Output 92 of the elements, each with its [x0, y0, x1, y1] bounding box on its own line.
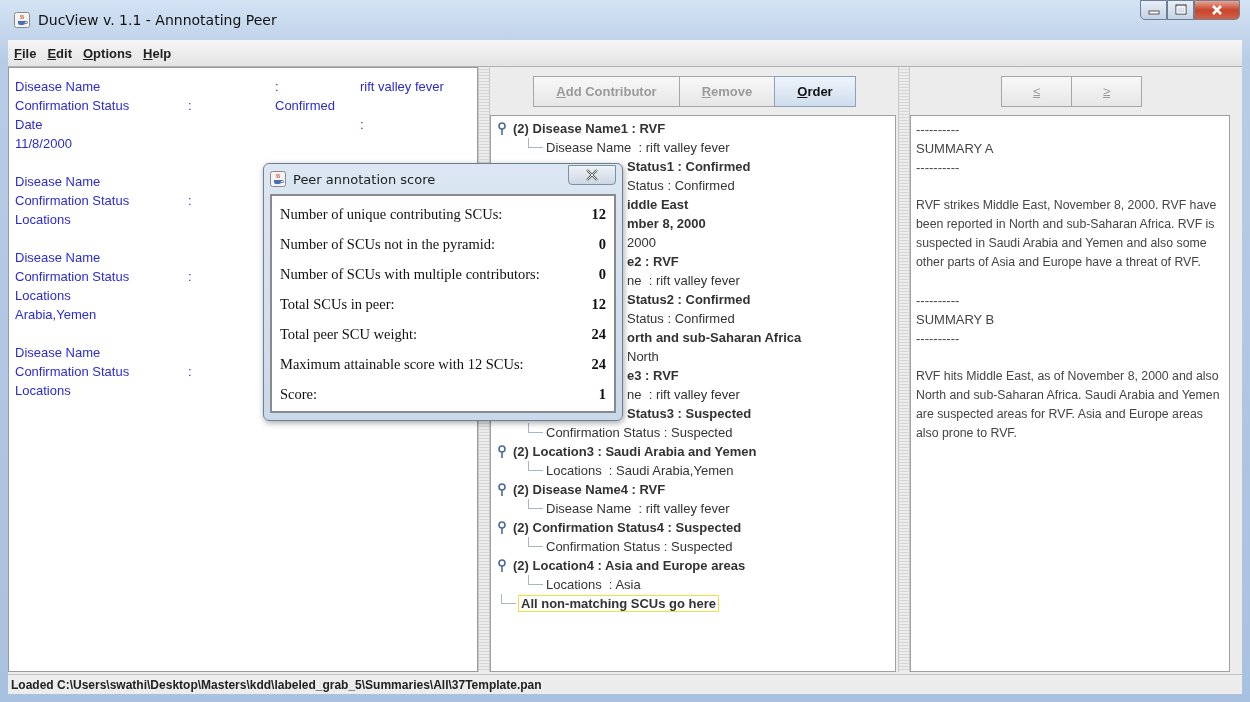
- field-text: Confirmed: [275, 97, 335, 113]
- score-label: Number of SCUs not in the pyramid:: [280, 235, 497, 253]
- toolbar-button[interactable]: Order: [774, 75, 856, 107]
- tree-leaf[interactable]: 2000: [627, 235, 656, 250]
- summary-paragraph: RVF hits Middle East, as of November 8, 2000 and also North and sub-Saharan Africa. Saudi Arabia and Yemen are suspected areas for RVF. Asia and Europe areas also prone to RVF.: [916, 368, 1221, 442]
- tree-leaf[interactable]: Locations : Saudi Arabia,Yemen: [546, 463, 734, 478]
- field-text: Disease Name: [15, 344, 101, 360]
- field-text: Date: [15, 116, 43, 132]
- tree-leaf[interactable]: Disease Name : rift valley fever: [546, 501, 730, 516]
- field-text: rift valley fever: [360, 78, 444, 94]
- tree-node[interactable]: Status1 : Confirmed: [627, 159, 751, 174]
- field-text: Confirmation Status: [15, 192, 130, 208]
- tree-leaf[interactable]: Disease Name : rift valley fever: [546, 140, 730, 155]
- score-label: Number of SCUs with multiple contributors:: [280, 265, 541, 283]
- field-text: Confirmation Status: [15, 363, 130, 379]
- tree-node[interactable]: e3 : RVF: [627, 368, 679, 383]
- tree-node[interactable]: Status2 : Confirmed: [627, 292, 751, 307]
- menu-item[interactable]: Edit: [47, 45, 72, 61]
- tree-node[interactable]: All non-matching SCUs go here: [518, 595, 719, 612]
- score-value: 24: [590, 325, 606, 343]
- close-button[interactable]: [1194, 0, 1240, 20]
- summary-heading: SUMMARY A: [916, 140, 995, 158]
- score-value: 12: [590, 205, 606, 223]
- close-icon: [1210, 4, 1224, 16]
- separator-text: ----------: [916, 292, 961, 310]
- tree-node[interactable]: orth and sub-Saharan Africa: [627, 330, 802, 345]
- menu-item[interactable]: File: [14, 45, 37, 61]
- field-text: 11/8/2000: [15, 135, 72, 151]
- tree-node[interactable]: (2) Location4 : Asia and Europe areas: [513, 558, 746, 573]
- field-text: Confirmation Status: [15, 268, 130, 284]
- expand-handle-icon[interactable]: [497, 520, 507, 535]
- tree-leaf[interactable]: Locations : Asia: [546, 577, 641, 592]
- maximize-icon: [1173, 4, 1188, 16]
- score-label: Number of unique contributing SCUs:: [280, 205, 504, 223]
- separator-text: ----------: [916, 159, 961, 177]
- field-text: Locations: [15, 382, 71, 398]
- tree-node[interactable]: (2) Location3 : Saudi Arabia and Yemen: [513, 444, 757, 459]
- minimize-button[interactable]: [1140, 0, 1167, 20]
- tree-node[interactable]: e2 : RVF: [627, 254, 679, 269]
- expand-handle-icon[interactable]: [497, 444, 507, 459]
- score-value: 12: [590, 295, 606, 313]
- window-title: DucView v. 1.1 - Annnotating Peer: [38, 12, 277, 28]
- field-text: Disease Name: [15, 173, 101, 189]
- tree-node[interactable]: (2) Disease Name4 : RVF: [513, 482, 666, 497]
- field-text: Confirmation Status: [15, 97, 130, 113]
- cup-icon: [270, 171, 286, 187]
- score-value: 1: [597, 385, 606, 403]
- tree-leaf[interactable]: ne : rift valley fever: [627, 273, 740, 288]
- score-value: 0: [597, 235, 606, 253]
- summary-heading: SUMMARY B: [916, 311, 996, 329]
- field-text: :: [188, 363, 192, 379]
- expand-handle-icon[interactable]: [497, 558, 507, 573]
- tree-leaf[interactable]: Confirmation Status : Suspected: [546, 539, 733, 554]
- menu-item[interactable]: Options: [83, 45, 133, 61]
- tree-node[interactable]: (2) Disease Name1 : RVF: [513, 121, 666, 136]
- maximize-button[interactable]: [1167, 0, 1194, 20]
- score-value: 0: [597, 265, 606, 283]
- expand-handle-icon[interactable]: [497, 482, 507, 497]
- tree-leaf[interactable]: ne : rift valley fever: [627, 387, 740, 402]
- tree-node[interactable]: iddle East: [627, 197, 689, 212]
- field-text: Locations: [15, 287, 71, 303]
- close-button[interactable]: [568, 165, 616, 185]
- separator-text: ----------: [916, 330, 961, 348]
- score-label: Total peer SCU weight:: [280, 325, 419, 343]
- summary-paragraph: RVF strikes Middle East, November 8, 2000. RVF have been reported in North and sub-Saharan Africa. RVF is suspected in Saudi Arabia and Yemen and also some other parts of Asia and Europe have a threat of RVF.: [916, 197, 1218, 271]
- separator-text: ----------: [916, 121, 961, 139]
- score-value: 24: [590, 355, 606, 373]
- status-text: Loaded C:\Users\swathi\Desktop\Masters\kdd\labeled_grab_5\Summaries\All\37Template.pan: [11, 677, 542, 692]
- tree-leaf[interactable]: North: [627, 349, 659, 364]
- score-label: Score:: [280, 385, 319, 403]
- field-text: :: [188, 192, 192, 208]
- field-text: Arabia,Yemen: [15, 306, 97, 322]
- tree-leaf[interactable]: Status : Confirmed: [627, 311, 735, 326]
- cup-icon: [14, 12, 30, 28]
- tree-node[interactable]: mber 8, 2000: [627, 216, 706, 231]
- field-text: Locations: [15, 211, 71, 227]
- tree-leaf[interactable]: Status : Confirmed: [627, 178, 735, 193]
- field-text: :: [188, 97, 192, 113]
- menu-item[interactable]: Help: [143, 45, 172, 61]
- close-icon: [584, 169, 600, 181]
- dialog-title: Peer annotation score: [293, 171, 436, 187]
- expand-handle-icon[interactable]: [497, 121, 507, 136]
- tree-node[interactable]: Status3 : Suspected: [627, 406, 752, 421]
- tree-node[interactable]: (2) Confirmation Status4 : Suspected: [513, 520, 742, 535]
- field-text: :: [275, 78, 279, 94]
- field-text: Disease Name: [15, 249, 101, 265]
- field-text: Disease Name: [15, 78, 101, 94]
- score-label: Total SCUs in peer:: [280, 295, 396, 313]
- field-text: :: [360, 116, 364, 132]
- tree-leaf[interactable]: Confirmation Status : Suspected: [546, 425, 733, 440]
- field-text: :: [188, 268, 192, 284]
- score-label: Maximum attainable score with 12 SCUs:: [280, 355, 525, 373]
